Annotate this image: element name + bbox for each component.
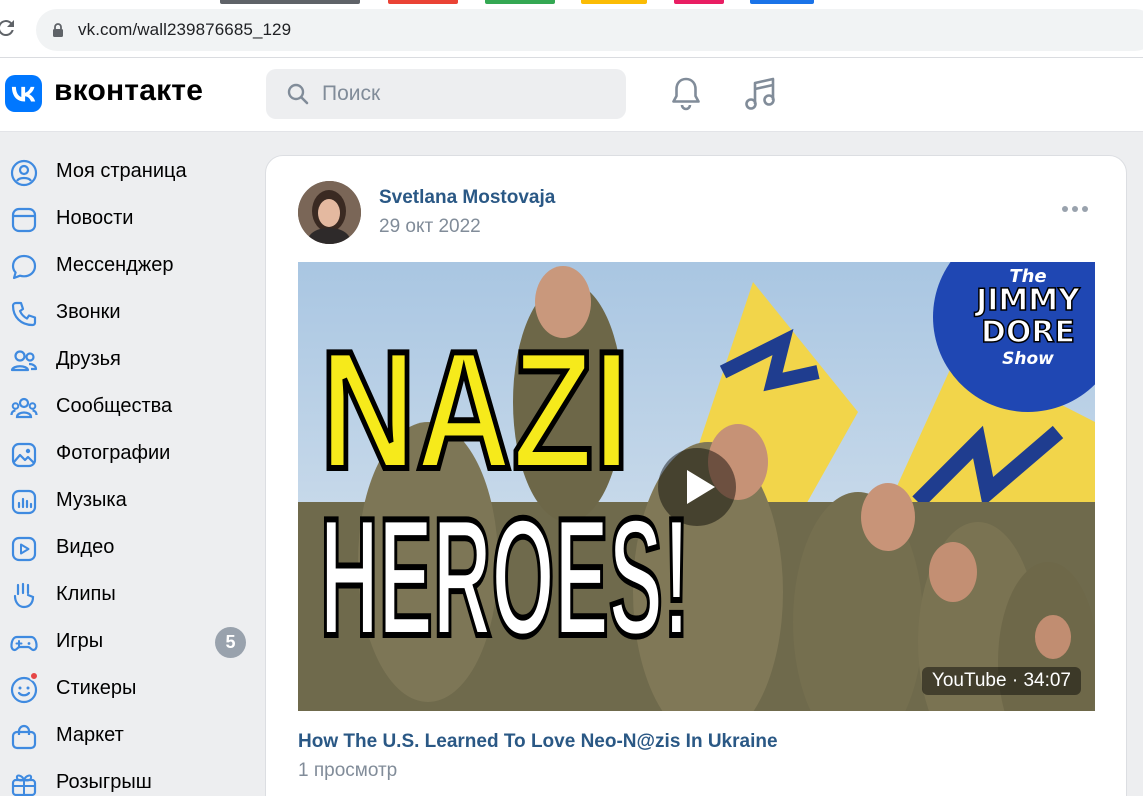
sidebar-item-communities[interactable]: Сообщества: [0, 383, 260, 430]
tab-strip: [0, 0, 1143, 4]
sidebar-item-label: Друзья: [56, 348, 121, 370]
tab-indicator[interactable]: [485, 0, 555, 4]
sidebar-item-label: Моя страница: [56, 160, 187, 182]
sidebar-item-label: Музыка: [56, 489, 127, 511]
view-count: 1 просмотр: [298, 760, 398, 781]
friends-icon: [10, 350, 38, 372]
sidebar-item-label: Стикеры: [56, 677, 137, 699]
vk-logo-icon[interactable]: [5, 75, 42, 112]
user-circle-icon: [10, 159, 38, 187]
bag-icon: [11, 724, 37, 750]
tab-indicator[interactable]: [750, 0, 814, 4]
site-logo-text[interactable]: вконтакте: [54, 74, 203, 108]
svg-text:HEROES!: HEROES!: [320, 483, 690, 671]
sidebar-item-games[interactable]: Игры 5: [0, 618, 260, 665]
sidebar-item-clips[interactable]: Клипы: [0, 571, 260, 618]
author-avatar[interactable]: [298, 181, 361, 244]
sidebar-item-photos[interactable]: Фотографии: [0, 430, 260, 477]
svg-text:JIMMY: JIMMY: [974, 283, 1081, 318]
url-text[interactable]: vk.com/wall239876685_129: [78, 20, 291, 40]
play-button[interactable]: [658, 448, 736, 526]
sidebar-item-label: Звонки: [56, 301, 121, 323]
games-count-badge: 5: [215, 627, 246, 658]
sidebar-item-friends[interactable]: Друзья: [0, 336, 260, 383]
sidebar-item-music[interactable]: Музыка: [0, 477, 260, 524]
sidebar-item-label: Мессенджер: [56, 254, 174, 276]
music-note-icon[interactable]: [742, 75, 780, 113]
browser-toolbar: vk.com/wall239876685_129: [0, 0, 1143, 58]
video-icon: [11, 536, 37, 562]
svg-text:DORE: DORE: [981, 315, 1075, 350]
address-bar[interactable]: vk.com/wall239876685_129: [36, 9, 1143, 51]
sidebar-item-label: Видео: [56, 536, 115, 558]
sidebar-item-label: Клипы: [56, 583, 116, 605]
search-icon: [287, 83, 309, 105]
post-author-name[interactable]: Svetlana Mostovaja: [379, 187, 555, 209]
phone-icon: [11, 301, 37, 327]
clips-icon: [13, 582, 35, 609]
sidebar-item-label: Сообщества: [56, 395, 173, 417]
svg-text:NAZI: NAZI: [320, 316, 630, 504]
communities-icon: [10, 397, 38, 419]
sidebar-item-label: Новости: [56, 207, 134, 229]
play-icon: [687, 470, 715, 504]
more-options-icon[interactable]: [1061, 204, 1089, 214]
sidebar-item-calls[interactable]: Звонки: [0, 289, 260, 336]
video-title-link[interactable]: How The U.S. Learned To Love Neo-N@zis I…: [298, 731, 778, 753]
sidebar-item-video[interactable]: Видео: [0, 524, 260, 571]
news-icon: [11, 207, 37, 233]
search-box[interactable]: [266, 69, 626, 119]
video-source-duration: YouTube · 34:07: [921, 667, 1081, 695]
tab-indicator[interactable]: [388, 0, 458, 4]
svg-text:Show: Show: [1002, 349, 1054, 369]
message-icon: [11, 254, 37, 280]
sidebar-item-label: Розыгрыш: [56, 771, 152, 793]
tab-indicator[interactable]: [674, 0, 724, 4]
lock-icon[interactable]: [50, 22, 66, 38]
sidebar-item-label: Маркет: [56, 724, 124, 746]
sidebar-item-label: Игры: [56, 630, 104, 652]
music-bars-icon: [11, 489, 37, 515]
site-header: вконтакте: [0, 58, 1143, 132]
tab-indicator[interactable]: [581, 0, 647, 4]
photo-icon: [11, 442, 37, 468]
sidebar-item-news[interactable]: Новости: [0, 195, 260, 242]
sidebar-item-messenger[interactable]: Мессенджер: [0, 242, 260, 289]
gift-icon: [11, 774, 37, 796]
sidebar-item-market[interactable]: Маркет: [0, 712, 260, 759]
video-thumbnail[interactable]: The JIMMY DORE Show NAZI HEROES! YouTube…: [298, 262, 1095, 711]
notification-dot: [29, 671, 39, 681]
sidebar-item-label: Фотографии: [56, 442, 171, 464]
post-date[interactable]: 29 окт 2022: [379, 216, 481, 238]
tab-indicator[interactable]: [220, 0, 360, 4]
wall-post: Svetlana Mostovaja 29 окт 2022 The JIMMY…: [265, 155, 1127, 796]
sidebar-item-my-page[interactable]: Моя страница: [0, 148, 260, 195]
sidebar-item-stickers[interactable]: Стикеры: [0, 665, 260, 712]
gamepad-icon: [10, 635, 38, 652]
bell-icon[interactable]: [668, 75, 704, 113]
search-input[interactable]: [322, 69, 612, 119]
reload-icon[interactable]: [0, 16, 18, 40]
sidebar-item-giveaway[interactable]: Розыгрыш: [0, 759, 260, 796]
